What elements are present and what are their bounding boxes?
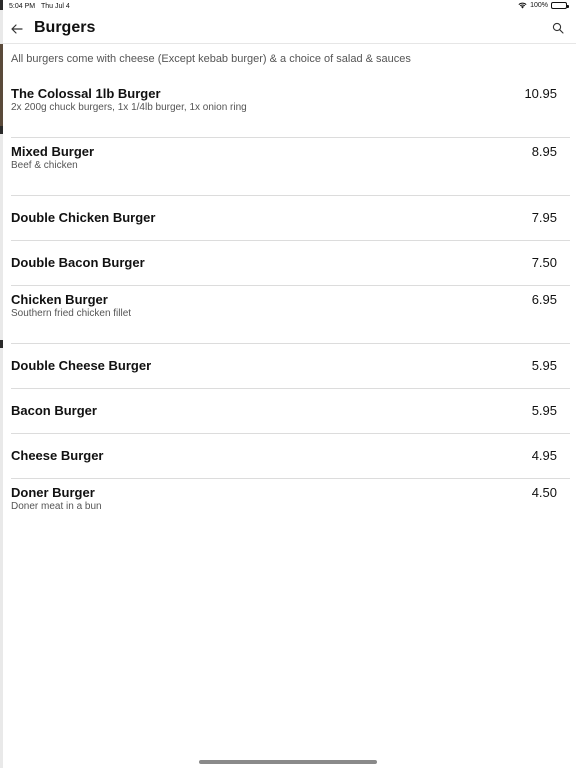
menu-item-name: Doner Burger — [11, 485, 95, 500]
battery-icon — [551, 2, 569, 9]
search-icon[interactable] — [552, 22, 564, 34]
menu-item-description: Doner meat in a bun — [11, 501, 102, 512]
menu-item-price: 8.95 — [531, 144, 557, 159]
menu-item-description: 2x 200g chuck burgers, 1x 1/4lb burger, … — [11, 102, 247, 113]
menu-item-price: 6.95 — [531, 292, 557, 307]
menu-item-name: Bacon Burger — [11, 403, 97, 418]
battery-percent: 100% — [530, 2, 548, 9]
page-title: Burgers — [34, 19, 96, 36]
status-bar: 5:04 PM Thu Jul 4 100% — [0, 0, 576, 14]
status-date: Thu Jul 4 — [41, 3, 70, 10]
menu-item[interactable]: Chicken Burger Southern fried chicken fi… — [11, 286, 570, 344]
menu-item-name: Double Chicken Burger — [11, 210, 156, 225]
menu-item-name: Mixed Burger — [11, 144, 95, 159]
menu-item-price: 7.50 — [531, 255, 557, 270]
status-time: 5:04 PM — [9, 3, 36, 10]
category-description: All burgers come with cheese (Except keb… — [11, 53, 411, 65]
menu-item[interactable]: Mixed Burger Beef & chicken 8.95 — [11, 138, 570, 196]
menu-item-description: Beef & chicken — [11, 160, 78, 171]
menu-item-price: 5.95 — [531, 403, 557, 418]
menu-item-name: The Colossal 1lb Burger — [11, 86, 161, 101]
menu-item-price: 10.95 — [524, 86, 557, 101]
menu-item[interactable]: Double Chicken Burger 7.95 — [11, 196, 570, 241]
menu-item-name: Chicken Burger — [11, 292, 108, 307]
menu-item[interactable]: Double Cheese Burger 5.95 — [11, 344, 570, 389]
status-indicators: 100% — [518, 2, 569, 9]
menu-item-price: 7.95 — [531, 210, 557, 225]
menu-item[interactable]: Doner Burger Doner meat in a bun 4.50 — [11, 479, 570, 537]
menu-item-name: Double Bacon Burger — [11, 255, 145, 270]
menu-item[interactable]: Bacon Burger 5.95 — [11, 389, 570, 434]
side-edge-strip — [0, 0, 3, 768]
menu-item[interactable]: Cheese Burger 4.95 — [11, 434, 570, 479]
nav-bar: Burgers — [0, 14, 576, 44]
menu-item[interactable]: The Colossal 1lb Burger 2x 200g chuck bu… — [11, 80, 570, 138]
arrow-left-icon[interactable] — [10, 22, 24, 36]
wifi-icon — [518, 2, 527, 9]
menu-item-price: 4.50 — [531, 485, 557, 500]
menu-item[interactable]: Double Bacon Burger 7.50 — [11, 241, 570, 286]
home-indicator[interactable] — [199, 760, 377, 764]
menu-list: The Colossal 1lb Burger 2x 200g chuck bu… — [11, 80, 570, 537]
menu-item-description: Southern fried chicken fillet — [11, 308, 132, 319]
menu-item-price: 4.95 — [531, 448, 557, 463]
menu-item-name: Cheese Burger — [11, 448, 104, 463]
menu-item-name: Double Cheese Burger — [11, 358, 152, 373]
menu-item-price: 5.95 — [531, 358, 557, 373]
